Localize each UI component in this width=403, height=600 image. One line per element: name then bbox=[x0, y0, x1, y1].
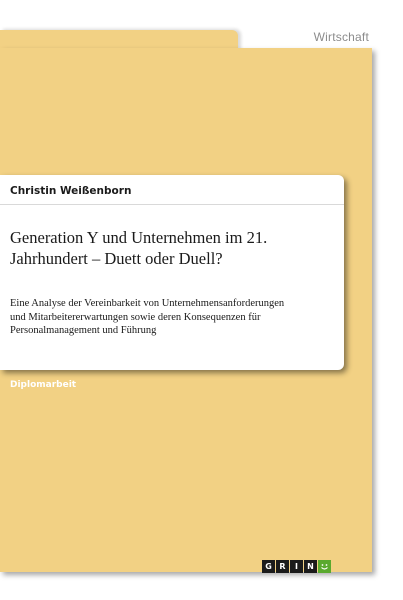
book-title: Generation Y und Unternehmen im 21. Jahr… bbox=[10, 227, 330, 269]
logo-letter-n: N bbox=[304, 560, 317, 573]
title-card: Christin Weißenborn Generation Y und Unt… bbox=[0, 175, 344, 370]
title-line-2: Jahrhundert – Duett oder Duell? bbox=[10, 249, 223, 268]
subtitle-line-3: Personalmanagement und Führung bbox=[10, 325, 157, 336]
smiley-icon bbox=[318, 560, 331, 573]
subtitle-line-2: und Mitarbeitererwartungen sowie deren K… bbox=[10, 311, 261, 323]
title-line-1: Generation Y und Unternehmen im 21. bbox=[10, 228, 268, 247]
grin-logo: G R I N bbox=[262, 560, 331, 573]
document-type: Diplomarbeit bbox=[10, 380, 77, 390]
logo-letter-g: G bbox=[262, 560, 275, 573]
author-name: Christin Weißenborn bbox=[10, 185, 132, 197]
logo-letter-i: I bbox=[290, 560, 303, 573]
logo-letter-r: R bbox=[276, 560, 289, 573]
category-label: Wirtschaft bbox=[313, 30, 369, 44]
divider bbox=[0, 204, 344, 205]
book-subtitle: Eine Analyse der Vereinbarkeit von Unter… bbox=[10, 297, 336, 338]
subtitle-line-1: Eine Analyse der Vereinbarkeit von Unter… bbox=[10, 298, 285, 309]
